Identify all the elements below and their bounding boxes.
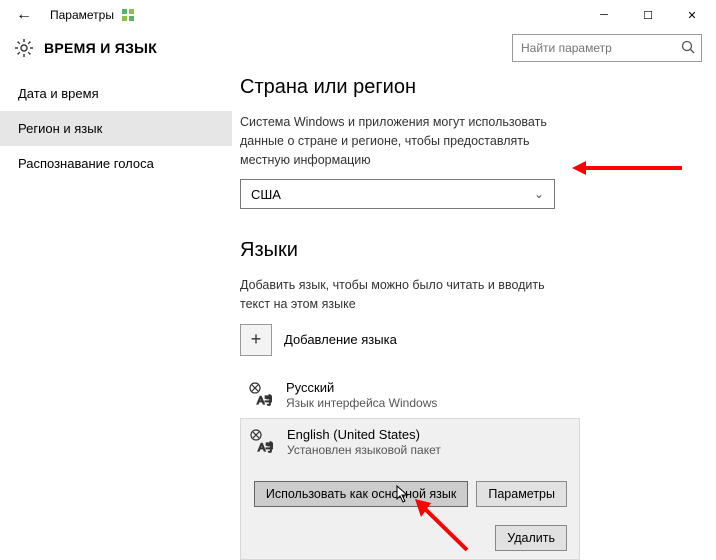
- plus-icon: +: [240, 324, 272, 356]
- language-sub: Язык интерфейса Windows: [286, 396, 437, 410]
- delete-language-button[interactable]: Удалить: [495, 525, 567, 551]
- sidebar: Дата и время Регион и язык Распознавание…: [0, 70, 232, 560]
- language-icon: A字: [247, 427, 275, 456]
- minimize-button[interactable]: ─: [582, 0, 626, 30]
- language-name: English (United States): [287, 427, 441, 442]
- titlebar: ← Параметры ─ ☐ ✕: [0, 0, 716, 30]
- region-selected-value: США: [251, 187, 281, 202]
- region-dropdown[interactable]: США ⌄: [240, 179, 555, 209]
- svg-text:A字: A字: [257, 393, 272, 406]
- window-title: Параметры: [50, 8, 114, 22]
- add-language-label: Добавление языка: [284, 332, 397, 347]
- region-section-title: Страна или регион: [240, 76, 694, 99]
- gear-icon: [14, 38, 34, 58]
- header: ВРЕМЯ И ЯЗЫК: [0, 30, 716, 70]
- chevron-down-icon: ⌄: [534, 187, 544, 201]
- back-button[interactable]: ←: [10, 4, 38, 26]
- language-icon: A字: [246, 380, 274, 409]
- sidebar-item-region-lang[interactable]: Регион и язык: [0, 111, 232, 146]
- languages-section-desc: Добавить язык, чтобы можно было читать и…: [240, 276, 555, 314]
- search-icon[interactable]: [681, 40, 695, 57]
- content: Страна или регион Система Windows и прил…: [232, 70, 716, 560]
- page-title: ВРЕМЯ И ЯЗЫК: [44, 40, 157, 56]
- svg-text:A字: A字: [258, 440, 273, 453]
- languages-section-title: Языки: [240, 239, 694, 262]
- language-sub: Установлен языковой пакет: [287, 443, 441, 457]
- sidebar-item-datetime[interactable]: Дата и время: [0, 76, 232, 111]
- window-controls: ─ ☐ ✕: [582, 0, 714, 30]
- language-name: Русский: [286, 380, 437, 395]
- language-params-button[interactable]: Параметры: [476, 481, 567, 507]
- close-button[interactable]: ✕: [670, 0, 714, 30]
- search-input[interactable]: [512, 34, 702, 62]
- annotation-arrow-icon: [572, 158, 682, 178]
- app-icon: [120, 7, 136, 23]
- sidebar-item-speech[interactable]: Распознавание голоса: [0, 146, 232, 181]
- region-section-desc: Система Windows и приложения могут испол…: [240, 113, 555, 169]
- maximize-button[interactable]: ☐: [626, 0, 670, 30]
- add-language-button[interactable]: + Добавление языка: [240, 324, 694, 356]
- annotation-arrow-icon: [407, 495, 477, 555]
- language-item-russian[interactable]: A字 Русский Язык интерфейса Windows: [240, 372, 694, 418]
